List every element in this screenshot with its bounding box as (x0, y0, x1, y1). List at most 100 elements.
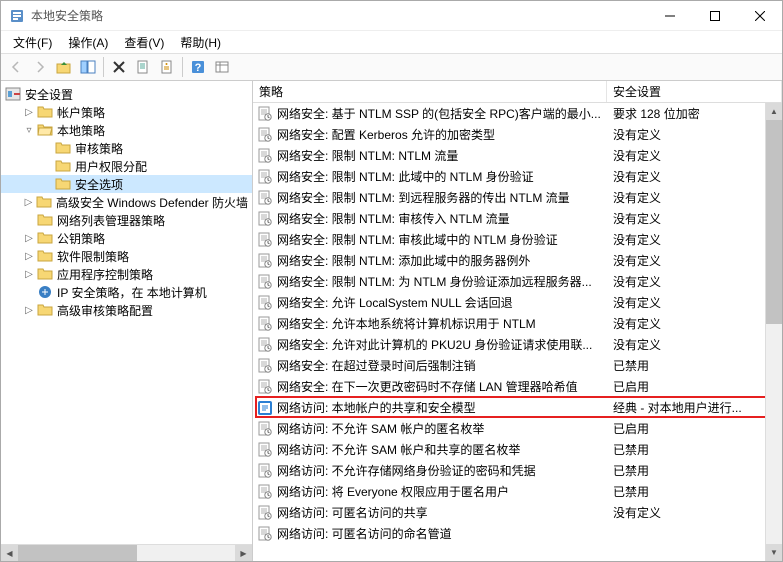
column-policy[interactable]: 策略 (253, 81, 607, 102)
expand-spacer (23, 214, 35, 226)
tree-item-netlist[interactable]: 网络列表管理器策略 (1, 211, 252, 229)
policy-setting: 没有定义 (607, 271, 782, 292)
folder-icon (55, 176, 71, 192)
tree-item-audit-policy[interactable]: 审核策略 (1, 139, 252, 157)
tree-label: 高级审核策略配置 (57, 302, 153, 319)
export-button[interactable] (132, 56, 154, 78)
properties-button[interactable] (156, 56, 178, 78)
tree-item-local-policy[interactable]: ▿ 本地策略 (1, 121, 252, 139)
expand-icon[interactable]: ▷ (23, 106, 35, 118)
policy-setting: 没有定义 (607, 187, 782, 208)
menu-view[interactable]: 查看(V) (116, 32, 172, 53)
policy-setting: 已启用 (607, 376, 782, 397)
list-row[interactable]: 网络安全: 配置 Kerberos 允许的加密类型没有定义 (253, 124, 782, 145)
titlebar: 本地安全策略 (1, 1, 782, 31)
list-row[interactable]: 网络访问: 可匿名访问的命名管道 (253, 523, 782, 544)
tree-label: 安全设置 (25, 86, 73, 103)
policy-name: 网络安全: 限制 NTLM: 到远程服务器的传出 NTLM 流量 (277, 189, 570, 206)
tree[interactable]: 安全设置 ▷ 帐户策略 ▿ 本地策略 审核策略 用户权限分配 (1, 81, 252, 541)
expand-icon[interactable]: ▷ (23, 232, 35, 244)
list-row[interactable]: 网络安全: 限制 NTLM: 到远程服务器的传出 NTLM 流量 没有定义 (253, 187, 782, 208)
tree-horizontal-scrollbar[interactable]: ◀ ▶ (1, 544, 252, 561)
tree-item-advaudit[interactable]: ▷ 高级审核策略配置 (1, 301, 252, 319)
list-row[interactable]: 网络访问: 不允许存储网络身份验证的密码和凭据已禁用 (253, 460, 782, 481)
policy-setting (607, 523, 782, 544)
folder-open-icon (37, 122, 53, 138)
list-row[interactable]: 网络访问: 本地帐户的共享和安全模型经典 - 对本地用户进行... (253, 397, 782, 418)
toolbar-separator (103, 57, 104, 77)
policy-icon (257, 526, 273, 542)
list-row[interactable]: 网络安全: 在超过登录时间后强制注销已禁用 (253, 355, 782, 376)
policy-name: 网络安全: 基于 NTLM SSP 的(包括安全 RPC)客户端的最小... (277, 105, 601, 122)
policy-name: 网络安全: 允许本地系统将计算机标识用于 NTLM (277, 315, 536, 332)
list-row[interactable]: 网络访问: 将 Everyone 权限应用于匿名用户已禁用 (253, 481, 782, 502)
collapse-icon[interactable]: ▿ (23, 124, 35, 136)
expand-icon[interactable]: ▷ (23, 304, 35, 316)
menu-file[interactable]: 文件(F) (5, 32, 60, 53)
list-row[interactable]: 网络安全: 允许 LocalSystem NULL 会话回退没有定义 (253, 292, 782, 313)
policy-name: 网络安全: 在下一次更改密码时不存储 LAN 管理器哈希值 (277, 378, 578, 395)
scroll-up-icon[interactable]: ▲ (766, 103, 782, 120)
up-button[interactable] (53, 56, 75, 78)
scroll-thumb[interactable] (18, 545, 137, 561)
tree-item-defender[interactable]: ▷ 高级安全 Windows Defender 防火墙 (1, 193, 252, 211)
policy-name: 网络访问: 不允许存储网络身份验证的密码和凭据 (277, 462, 536, 479)
menu-help[interactable]: 帮助(H) (172, 32, 229, 53)
list-row[interactable]: 网络安全: 在下一次更改密码时不存储 LAN 管理器哈希值 已启用 (253, 376, 782, 397)
policy-name: 网络访问: 可匿名访问的命名管道 (277, 525, 452, 542)
refresh-button[interactable] (211, 56, 233, 78)
list-row[interactable]: 网络安全: 限制 NTLM: NTLM 流量没有定义 (253, 145, 782, 166)
tree-root[interactable]: 安全设置 (1, 85, 252, 103)
list-row[interactable]: 网络安全: 限制 NTLM: 审核传入 NTLM 流量没有定义 (253, 208, 782, 229)
list-row[interactable]: 网络安全: 限制 NTLM: 为 NTLM 身份验证添加远程服务器...没有定义 (253, 271, 782, 292)
scroll-track[interactable] (18, 545, 235, 561)
folder-icon (37, 212, 53, 228)
forward-button (29, 56, 51, 78)
list-row[interactable]: 网络访问: 不允许 SAM 帐户和共享的匿名枚举已禁用 (253, 439, 782, 460)
policy-icon (257, 442, 273, 458)
scroll-thumb[interactable] (766, 120, 782, 324)
list-row[interactable]: 网络安全: 限制 NTLM: 审核此域中的 NTLM 身份验证没有定义 (253, 229, 782, 250)
tree-item-security-options[interactable]: 安全选项 (1, 175, 252, 193)
list-row[interactable]: 网络访问: 不允许 SAM 帐户的匿名枚举已启用 (253, 418, 782, 439)
tree-label: 软件限制策略 (57, 248, 129, 265)
tree-item-pubkey[interactable]: ▷ 公钥策略 (1, 229, 252, 247)
tree-label: 公钥策略 (57, 230, 105, 247)
maximize-button[interactable] (692, 1, 737, 30)
minimize-button[interactable] (647, 1, 692, 30)
policy-icon (257, 421, 273, 437)
policy-setting: 没有定义 (607, 166, 782, 187)
folder-icon (36, 194, 52, 210)
tree-item-account-policy[interactable]: ▷ 帐户策略 (1, 103, 252, 121)
tree-item-appctrl[interactable]: ▷ 应用程序控制策略 (1, 265, 252, 283)
close-button[interactable] (737, 1, 782, 30)
policy-setting: 没有定义 (607, 124, 782, 145)
delete-button[interactable] (108, 56, 130, 78)
expand-icon[interactable]: ▷ (23, 268, 35, 280)
list-row[interactable]: 网络安全: 限制 NTLM: 此域中的 NTLM 身份验证没有定义 (253, 166, 782, 187)
column-setting[interactable]: 安全设置 (607, 81, 782, 102)
list-vertical-scrollbar[interactable]: ▲ ▼ (765, 103, 782, 561)
menu-action[interactable]: 操作(A) (60, 32, 116, 53)
list-row[interactable]: 网络安全: 允许本地系统将计算机标识用于 NTLM没有定义 (253, 313, 782, 334)
expand-icon[interactable]: ▷ (23, 250, 35, 262)
tree-item-software[interactable]: ▷ 软件限制策略 (1, 247, 252, 265)
list-row[interactable]: 网络访问: 可匿名访问的共享没有定义 (253, 502, 782, 523)
help-button[interactable]: ? (187, 56, 209, 78)
show-hide-tree-button[interactable] (77, 56, 99, 78)
list-row[interactable]: 网络安全: 允许对此计算机的 PKU2U 身份验证请求使用联...没有定义 (253, 334, 782, 355)
scroll-track[interactable] (766, 120, 782, 544)
scroll-down-icon[interactable]: ▼ (766, 544, 782, 561)
scroll-left-icon[interactable]: ◀ (1, 545, 18, 561)
folder-icon (37, 302, 53, 318)
tree-item-user-rights[interactable]: 用户权限分配 (1, 157, 252, 175)
tree-item-ipsec[interactable]: IP 安全策略，在 本地计算机 (1, 283, 252, 301)
scroll-right-icon[interactable]: ▶ (235, 545, 252, 561)
list-body[interactable]: 网络安全: 基于 NTLM SSP 的(包括安全 RPC)客户端的最小...要求… (253, 103, 782, 559)
policy-icon (257, 232, 273, 248)
list-row[interactable]: 网络安全: 基于 NTLM SSP 的(包括安全 RPC)客户端的最小...要求… (253, 103, 782, 124)
policy-setting: 没有定义 (607, 292, 782, 313)
folder-icon (55, 158, 71, 174)
expand-icon[interactable]: ▷ (23, 196, 34, 208)
list-row[interactable]: 网络安全: 限制 NTLM: 添加此域中的服务器例外没有定义 (253, 250, 782, 271)
